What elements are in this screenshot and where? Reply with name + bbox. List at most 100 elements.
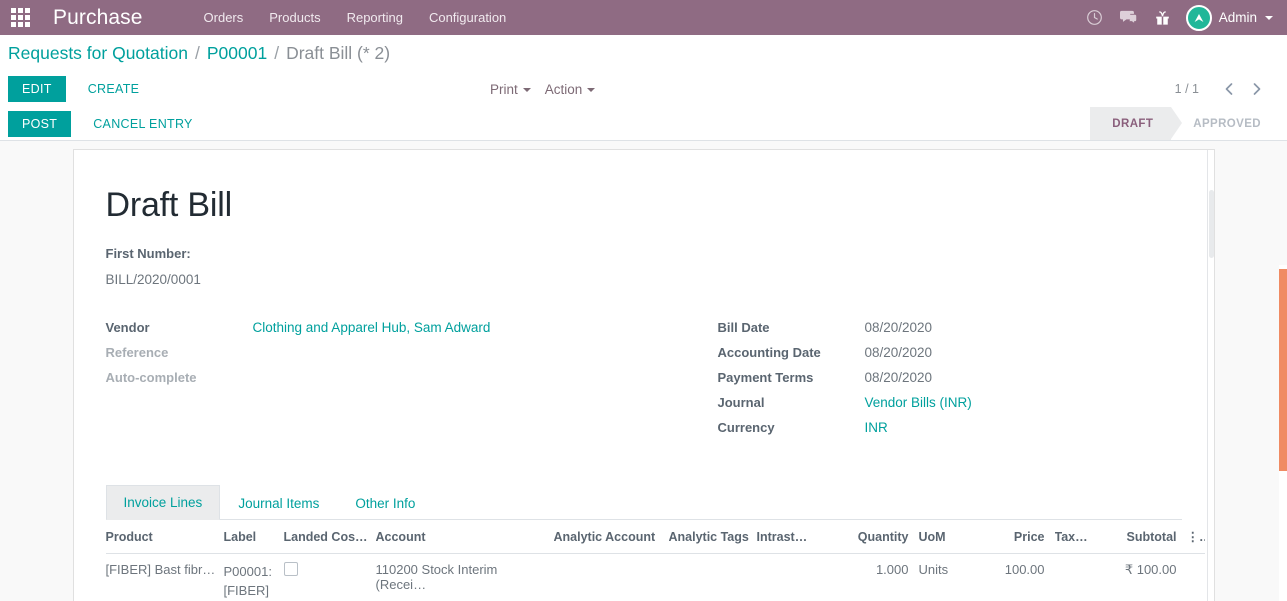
- field-label-reference: Reference: [105, 345, 169, 360]
- column-header-price[interactable]: Price: [994, 520, 1055, 554]
- column-header-product[interactable]: Product: [105, 520, 224, 554]
- column-header-taxes[interactable]: Tax…: [1054, 520, 1107, 554]
- main-menu: Orders Products Reporting Configuration: [191, 2, 520, 33]
- record-pager: 1 / 1: [1175, 71, 1269, 107]
- user-name-label: Admin: [1218, 10, 1257, 25]
- field-label-currency: Currency: [717, 420, 775, 435]
- form-fields-grid: Vendor Clothing and Apparel Hub, Sam Adw…: [106, 315, 1182, 440]
- cell-landed-cost[interactable]: [283, 554, 376, 601]
- form-column-left: Vendor Clothing and Apparel Hub, Sam Adw…: [106, 315, 644, 440]
- field-auto-complete: Auto-complete: [106, 365, 644, 390]
- field-value-currency[interactable]: INR: [865, 415, 888, 440]
- create-button[interactable]: CREATE: [74, 76, 154, 102]
- table-row[interactable]: [FIBER] Bast fibr… P00001: [FIBER] Bast …: [106, 554, 1205, 601]
- app-brand-title[interactable]: Purchase: [53, 6, 143, 30]
- column-header-quantity[interactable]: Quantity: [846, 520, 919, 554]
- status-badge: DRAFT APPROVED: [1090, 107, 1279, 140]
- sheet-scrollbar-thumb[interactable]: [1208, 190, 1214, 258]
- page-scrollbar[interactable]: [1279, 265, 1287, 601]
- action-dropdown-label: Action: [544, 81, 583, 97]
- field-value-accounting-date[interactable]: 08/20/2020: [865, 340, 933, 365]
- gift-box-icon[interactable]: [1146, 0, 1180, 35]
- field-bill-date: Bill Date 08/20/2020: [718, 315, 1182, 340]
- status-stage-draft[interactable]: DRAFT: [1090, 107, 1183, 140]
- cancel-entry-button[interactable]: CANCEL ENTRY: [79, 111, 206, 137]
- cell-price[interactable]: 100.00: [995, 554, 1055, 601]
- menu-item-reporting[interactable]: Reporting: [334, 2, 416, 33]
- menu-item-products[interactable]: Products: [256, 2, 333, 33]
- print-dropdown[interactable]: Print: [490, 82, 531, 97]
- field-label-accounting-date: Accounting Date: [717, 345, 821, 360]
- print-dropdown-label: Print: [490, 81, 518, 97]
- cell-label[interactable]: P00001: [FIBER] Bast: [224, 554, 284, 601]
- breadcrumb-separator: /: [194, 42, 200, 63]
- apps-grid-icon: [10, 8, 30, 27]
- breadcrumb-item-p00001[interactable]: P00001: [207, 43, 267, 64]
- cell-account[interactable]: 110200 Stock Interim (Recei…: [376, 554, 554, 601]
- cell-taxes[interactable]: [1055, 554, 1107, 601]
- form-content-area: Draft Bill First Number: BILL/2020/0001 …: [0, 141, 1287, 601]
- status-stage-approved[interactable]: APPROVED: [1171, 107, 1279, 140]
- field-value-payment-terms[interactable]: 08/20/2020: [865, 365, 933, 390]
- field-value-journal[interactable]: Vendor Bills (INR): [865, 390, 972, 415]
- breadcrumb-item-rfq[interactable]: Requests for Quotation: [8, 43, 188, 64]
- column-header-intrastat[interactable]: Intrast…: [756, 520, 847, 554]
- landed-cost-checkbox[interactable]: [283, 562, 298, 576]
- edit-button[interactable]: EDIT: [8, 76, 66, 102]
- column-header-landed-cost[interactable]: Landed Cos…: [283, 520, 376, 554]
- field-label-journal: Journal: [717, 395, 765, 410]
- field-reference: Reference: [106, 340, 644, 365]
- cell-uom[interactable]: Units: [919, 554, 995, 601]
- chevron-down-icon: [587, 88, 596, 92]
- notebook-tabs: Invoice Lines Journal Items Other Info: [105, 485, 1182, 520]
- vertical-dots-icon[interactable]: ⋮: [1186, 520, 1205, 554]
- cell-analytic-tags[interactable]: [669, 554, 757, 601]
- cell-intrastat[interactable]: [757, 554, 847, 601]
- tab-other-info[interactable]: Other Info: [337, 486, 433, 520]
- status-action-bar: POST CANCEL ENTRY DRAFT APPROVED: [0, 107, 1287, 141]
- form-sheet: Draft Bill First Number: BILL/2020/0001 …: [72, 149, 1215, 601]
- column-header-analytic-account[interactable]: Analytic Account: [553, 520, 669, 554]
- sheet-scrollbar[interactable]: [1206, 150, 1214, 601]
- breadcrumb-separator: /: [274, 42, 280, 63]
- user-menu[interactable]: Admin: [1182, 4, 1279, 31]
- field-journal: Journal Vendor Bills (INR): [718, 390, 1182, 415]
- chevron-down-icon: [1265, 15, 1273, 20]
- pager-counter: 1 / 1: [1174, 82, 1199, 96]
- first-number-value: BILL/2020/0001: [105, 272, 201, 287]
- cell-subtotal[interactable]: ₹ 100.00: [1107, 554, 1187, 601]
- apps-menu-button[interactable]: [0, 0, 34, 35]
- table-header-row: Product Label Landed Cos… Account Analyt…: [105, 520, 1205, 554]
- field-payment-terms: Payment Terms 08/20/2020: [718, 365, 1182, 390]
- pager-next-button[interactable]: [1245, 77, 1269, 101]
- action-dropdown[interactable]: Action: [545, 82, 596, 97]
- control-panel-dropdowns: Print Action: [490, 71, 596, 107]
- breadcrumb-item-current: Draft Bill (* 2): [286, 42, 391, 63]
- page-title: Draft Bill: [105, 186, 233, 224]
- top-navbar: Purchase Orders Products Reporting Confi…: [0, 0, 1287, 35]
- column-header-analytic-tags[interactable]: Analytic Tags: [668, 520, 757, 554]
- column-header-uom[interactable]: UoM: [918, 520, 995, 554]
- column-header-label[interactable]: Label: [223, 520, 284, 554]
- messaging-chat-icon[interactable]: [1112, 0, 1146, 35]
- page-scrollbar-thumb[interactable]: [1279, 269, 1287, 471]
- post-button[interactable]: POST: [8, 110, 72, 137]
- chevron-down-icon: [522, 88, 531, 92]
- field-value-bill-date[interactable]: 08/20/2020: [865, 315, 933, 340]
- column-header-account[interactable]: Account: [375, 520, 554, 554]
- navbar-right-tools: Admin: [1078, 0, 1279, 35]
- pager-previous-button[interactable]: [1217, 77, 1241, 101]
- column-header-subtotal[interactable]: Subtotal: [1106, 520, 1187, 554]
- menu-item-orders[interactable]: Orders: [191, 2, 257, 33]
- cell-quantity[interactable]: 1.000: [847, 554, 919, 601]
- activity-clock-icon[interactable]: [1078, 0, 1112, 35]
- field-value-vendor[interactable]: Clothing and Apparel Hub, Sam Adward: [253, 315, 491, 340]
- tab-invoice-lines[interactable]: Invoice Lines: [105, 485, 221, 520]
- form-column-right: Bill Date 08/20/2020 Accounting Date 08/…: [644, 315, 1182, 440]
- cell-analytic-account[interactable]: [554, 554, 669, 601]
- invoice-lines-table: Product Label Landed Cos… Account Analyt…: [105, 520, 1205, 601]
- avatar: [1185, 4, 1212, 31]
- menu-item-configuration[interactable]: Configuration: [416, 2, 519, 33]
- tab-journal-items[interactable]: Journal Items: [220, 486, 337, 520]
- cell-product[interactable]: [FIBER] Bast fibr…: [106, 554, 224, 601]
